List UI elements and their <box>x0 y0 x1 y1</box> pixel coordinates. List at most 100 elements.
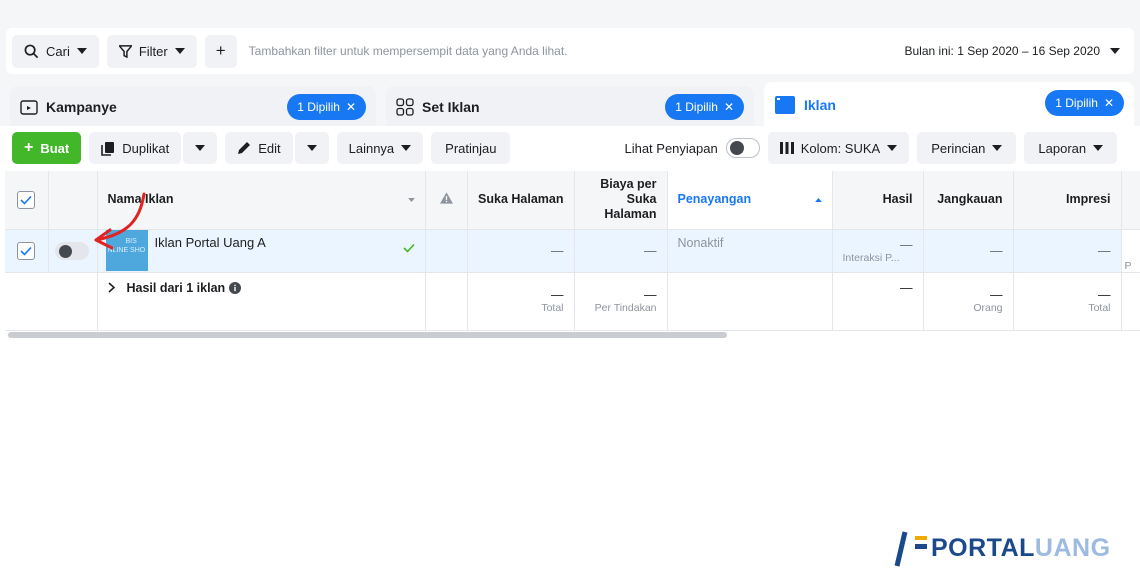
caret-down-icon <box>76 48 87 54</box>
edit-label: Edit <box>258 140 281 156</box>
chevron-right-icon[interactable] <box>107 282 115 293</box>
duplicate-button[interactable]: Duplikat <box>89 132 182 164</box>
ad-sets-selected-pill[interactable]: 1 Dipilih ✕ <box>665 94 744 120</box>
summary-label-cell: Hasil dari 1 iklan <box>97 272 426 331</box>
caret-down-icon <box>306 145 317 151</box>
caret-down-icon <box>174 48 185 54</box>
horizontal-scrollbar[interactable] <box>8 332 727 338</box>
pill-label: 1 Dipilih <box>675 100 718 114</box>
create-button[interactable]: + Buat <box>12 132 82 164</box>
summary-results: — <box>900 280 913 295</box>
summary-impressions-sub: Total <box>1088 302 1111 314</box>
campaign-folder-icon <box>20 100 38 115</box>
plus-icon: + <box>24 139 34 156</box>
row-warnings-cell <box>425 229 468 273</box>
caret-down-icon <box>407 197 415 202</box>
columns-icon <box>779 142 794 154</box>
header-impressions[interactable]: Impresi <box>1013 171 1122 230</box>
filter-icon <box>118 44 132 58</box>
search-button[interactable]: Cari <box>12 34 99 68</box>
tab-ads-label: Iklan <box>804 97 836 113</box>
annotation-arrow <box>94 192 146 250</box>
logo-text-light: UANG <box>1034 533 1111 562</box>
filter-hint[interactable]: Tambahkan filter untuk mempersempit data… <box>249 44 568 58</box>
columns-button[interactable]: Kolom: SUKA <box>767 132 910 164</box>
filter-button[interactable]: Filter <box>106 34 197 68</box>
tab-ad-sets[interactable]: Set Iklan 1 Dipilih ✕ <box>386 86 754 128</box>
header-reach[interactable]: Jangkauan <box>923 171 1014 230</box>
header-results[interactable]: Hasil <box>832 171 924 230</box>
table-header-row: Nama Iklan Suka Halaman Biaya per Suka H… <box>5 171 1140 230</box>
info-icon[interactable] <box>229 281 242 294</box>
edit-button[interactable]: Edit <box>225 132 293 164</box>
header-page-likes[interactable]: Suka Halaman <box>467 171 575 230</box>
summary-reach: — <box>990 288 1003 302</box>
pencil-icon <box>238 142 251 154</box>
tab-ads[interactable]: Iklan 1 Dipilih ✕ <box>764 82 1134 128</box>
close-icon[interactable]: ✕ <box>1104 96 1114 110</box>
toggle-knob <box>58 244 72 258</box>
row-delivery-status: Nonaktif <box>677 235 724 250</box>
summary-results-cell: — <box>832 272 924 331</box>
caret-down-icon <box>401 145 412 151</box>
ads-table: Nama Iklan Suka Halaman Biaya per Suka H… <box>5 171 1140 331</box>
more-button[interactable]: Lainnya <box>336 132 424 164</box>
report-button[interactable]: Laporan <box>1024 132 1118 164</box>
tab-campaigns-label: Kampanye <box>46 99 117 115</box>
caret-down-icon <box>992 145 1003 151</box>
header-delivery-label: Penayangan <box>677 192 752 207</box>
table-row[interactable]: BIS NLINE SHO Iklan Portal Uang A — — No… <box>5 229 1140 273</box>
breakdown-button[interactable]: Perincian <box>917 132 1017 164</box>
summary-label: Hasil dari 1 iklan <box>126 280 226 295</box>
ad-set-grid-icon <box>396 98 414 116</box>
summary-page-likes-cell: — Total <box>467 272 575 331</box>
search-icon <box>24 44 39 58</box>
more-label: Lainnya <box>348 140 395 156</box>
edit-dropdown-button[interactable] <box>294 132 329 164</box>
ad-on-off-toggle[interactable] <box>54 241 89 260</box>
row-overflow-cell: P <box>1121 229 1140 273</box>
summary-page-likes: — <box>551 288 564 302</box>
row-impressions: — <box>1013 229 1122 273</box>
preview-button[interactable]: Pratinjau <box>431 132 511 164</box>
caret-down-icon <box>887 145 898 151</box>
pill-label: 1 Dipilih <box>297 100 340 114</box>
logo-text-bold: PORTAL <box>931 533 1035 562</box>
plus-icon: + <box>215 41 226 60</box>
warning-icon <box>439 192 453 204</box>
duplicate-dropdown-button[interactable] <box>183 132 218 164</box>
row-results-cell: — Interaksi P... <box>832 229 924 273</box>
summary-page-likes-sub: Total <box>541 302 564 314</box>
header-delivery[interactable]: Penayangan <box>667 171 833 230</box>
row-results: — <box>900 237 913 252</box>
tab-campaigns[interactable]: Kampanye 1 Dipilih ✕ <box>10 86 376 128</box>
view-setup-toggle[interactable] <box>725 138 760 158</box>
actions-toolbar: + Buat Duplikat Edit Lainnya Pratinjau L… <box>5 126 1140 170</box>
row-checkbox[interactable] <box>17 241 36 260</box>
header-cost-per-like[interactable]: Biaya per Suka Halaman <box>574 171 668 230</box>
toggle-knob <box>729 141 744 155</box>
close-icon[interactable]: ✕ <box>724 100 734 114</box>
campaigns-selected-pill[interactable]: 1 Dipilih ✕ <box>287 94 366 120</box>
summary-empty-cell <box>667 272 833 331</box>
checkmark-icon <box>20 195 32 205</box>
header-warnings[interactable] <box>425 171 468 230</box>
caret-down-icon <box>195 145 206 151</box>
select-all-cell <box>5 171 49 230</box>
summary-cost-per-like: — <box>644 288 657 302</box>
ads-selected-pill[interactable]: 1 Dipilih ✕ <box>1045 90 1124 116</box>
add-filter-button[interactable]: + <box>204 34 237 68</box>
duplicate-icon <box>101 141 115 156</box>
columns-label: Kolom: SUKA <box>800 140 881 156</box>
row-checkbox-cell <box>5 229 49 273</box>
logo-mark-icon <box>894 531 927 567</box>
summary-reach-sub: Orang <box>973 302 1003 314</box>
select-all-checkbox[interactable] <box>17 190 36 209</box>
close-icon[interactable]: ✕ <box>346 100 356 114</box>
portal-uang-logo: PORTALUANG <box>893 528 1111 568</box>
date-range-picker[interactable]: Bulan ini: 1 Sep 2020 – 16 Sep 2020 <box>905 44 1120 58</box>
row-overflow-text: P <box>1124 259 1132 272</box>
checkmark-icon <box>402 243 415 253</box>
ad-name-link[interactable]: Iklan Portal Uang A <box>155 235 266 250</box>
view-setup-label: Lihat Penyiapan <box>624 140 718 156</box>
